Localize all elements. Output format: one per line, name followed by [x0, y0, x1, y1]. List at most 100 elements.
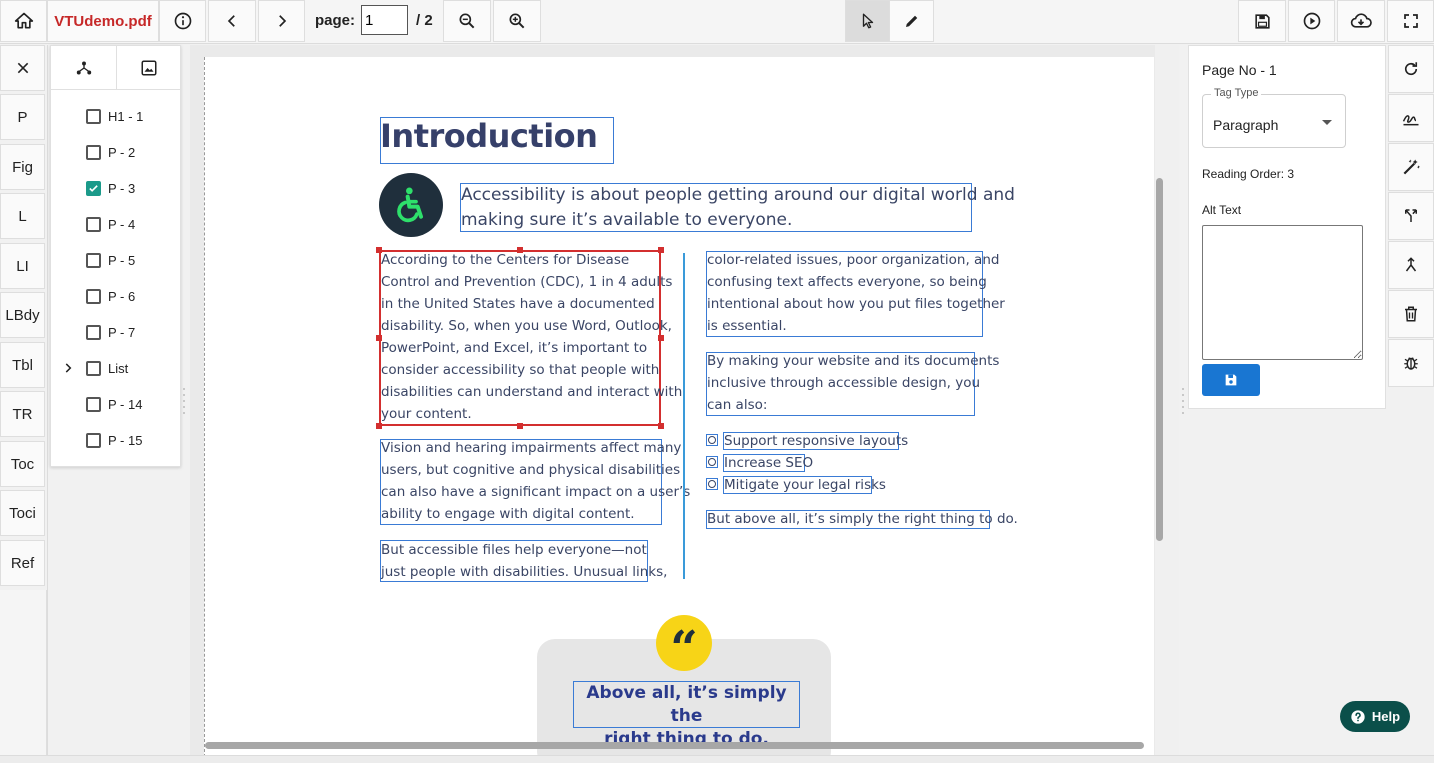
- prev-page-button[interactable]: [208, 0, 256, 42]
- intro-paragraph: Accessibility is about people getting ar…: [461, 183, 1015, 233]
- debug-button[interactable]: [1388, 339, 1434, 387]
- wheelchair-icon: [379, 173, 443, 237]
- save-properties-button[interactable]: [1202, 364, 1260, 396]
- expand-button[interactable]: [61, 361, 75, 375]
- page-number-label: Page No - 1: [1202, 62, 1277, 78]
- cloud-download-button[interactable]: [1337, 0, 1385, 42]
- page-total: / 2: [416, 12, 433, 29]
- tree-item-label: List: [108, 360, 129, 376]
- tag-button-label: Tbl: [12, 356, 33, 374]
- tree-item-p-6[interactable]: P - 6: [51, 278, 182, 314]
- panel-resize-handle[interactable]: [182, 385, 188, 415]
- tree-checkbox[interactable]: [86, 108, 101, 124]
- alt-text-input[interactable]: [1202, 225, 1363, 360]
- tag-button-fig[interactable]: Fig: [0, 144, 45, 190]
- home-button[interactable]: [0, 0, 47, 42]
- save-icon: [1225, 374, 1237, 386]
- info-button[interactable]: [159, 0, 206, 42]
- tree-item-p-4[interactable]: P - 4: [51, 206, 182, 242]
- merge-button[interactable]: [1388, 241, 1434, 289]
- quote-badge: “: [656, 615, 712, 677]
- tree-item-p-5[interactable]: P - 5: [51, 242, 182, 278]
- help-button[interactable]: Help: [1340, 701, 1410, 732]
- page-label: page:: [315, 12, 356, 29]
- fullscreen-button[interactable]: [1387, 0, 1434, 42]
- auto-tag-button[interactable]: [1388, 143, 1434, 191]
- tree-checkbox[interactable]: [86, 360, 101, 376]
- image-icon: [141, 60, 157, 75]
- page-number-input[interactable]: [361, 5, 408, 35]
- cursor-icon: [862, 13, 873, 29]
- text-line: Vision and hearing impairments affect ma…: [381, 440, 682, 456]
- tag-button-li[interactable]: LI: [0, 243, 45, 289]
- tag-button-toc[interactable]: Toc: [0, 441, 45, 487]
- text-line: inclusive through accessible design, you: [707, 375, 981, 391]
- reading-order-label: Reading Order: 3: [1202, 167, 1295, 181]
- panel-resize-handle[interactable]: [1180, 385, 1186, 415]
- tree-checkbox[interactable]: [86, 288, 101, 304]
- tree-item-label: P - 15: [108, 432, 143, 448]
- chevron-right-icon: [278, 15, 286, 27]
- tree-item-p-7[interactable]: P - 7: [51, 314, 182, 350]
- tree-checkbox-checked[interactable]: [86, 180, 101, 196]
- save-file-button[interactable]: [1238, 0, 1286, 42]
- tag-button-l[interactable]: L: [0, 193, 45, 239]
- filename-tab[interactable]: VTUdemo.pdf: [47, 0, 159, 42]
- text-line: disabilities can understand and interact…: [381, 384, 683, 400]
- text-line: disability. So, when you use Word, Outlo…: [381, 318, 672, 334]
- tag-type-value: Paragraph: [1213, 117, 1279, 133]
- text-line: can also:: [707, 397, 768, 413]
- tree-item-list[interactable]: List: [51, 350, 182, 386]
- help-icon: [1351, 709, 1365, 724]
- intro-line: making sure it’s available to everyone.: [461, 210, 793, 230]
- tree-checkbox[interactable]: [86, 144, 101, 160]
- column-divider: [683, 253, 685, 579]
- tree-item-p-14[interactable]: P - 14: [51, 386, 182, 422]
- zoom-out-button[interactable]: [443, 0, 491, 42]
- alt-text-label: Alt Text: [1202, 203, 1242, 217]
- signature-button[interactable]: [1388, 94, 1434, 142]
- tree-checkbox[interactable]: [86, 396, 101, 412]
- tree-item-h1-1[interactable]: H1 - 1: [51, 98, 182, 134]
- text-line: is essential.: [707, 318, 787, 334]
- tag-button-label: Fig: [12, 158, 33, 176]
- tag-button-label: Toc: [10, 455, 35, 473]
- tag-button-lbdy[interactable]: LBdy: [0, 292, 45, 338]
- split-button[interactable]: [1388, 192, 1434, 240]
- tag-button-tr[interactable]: TR: [0, 391, 45, 437]
- tree-item-p-2[interactable]: P - 2: [51, 134, 182, 170]
- tag-type-select[interactable]: Tag Type Paragraph: [1202, 87, 1346, 148]
- tag-button-p[interactable]: P: [0, 94, 45, 140]
- close-panel-button[interactable]: [0, 45, 45, 91]
- tab-structure[interactable]: [51, 46, 116, 90]
- tree-checkbox[interactable]: [86, 432, 101, 448]
- tag-button-tbl[interactable]: Tbl: [0, 342, 45, 388]
- refresh-button[interactable]: [1388, 45, 1434, 93]
- tag-button-toci[interactable]: Toci: [0, 490, 45, 536]
- tree-item-label: P - 7: [108, 324, 136, 340]
- close-icon: [17, 62, 28, 74]
- zoom-in-button[interactable]: [493, 0, 541, 42]
- tree-item-p-15[interactable]: P - 15: [51, 422, 182, 458]
- draw-tool-button[interactable]: [889, 0, 934, 42]
- tree-checkbox[interactable]: [86, 216, 101, 232]
- next-page-button[interactable]: [258, 0, 305, 42]
- select-tool-button[interactable]: [845, 0, 890, 42]
- delete-button[interactable]: [1388, 290, 1434, 338]
- tag-button-label: LBdy: [5, 306, 40, 324]
- tree-checkbox[interactable]: [86, 252, 101, 268]
- tag-button-ref[interactable]: Ref: [0, 540, 45, 586]
- chevron-right-icon: [65, 363, 72, 373]
- vertical-scrollbar-thumb[interactable]: [1156, 178, 1163, 541]
- tag-button-label: Ref: [10, 554, 35, 572]
- tab-images[interactable]: [116, 46, 181, 90]
- check-icon: [89, 184, 98, 192]
- tree-item-label: P - 4: [108, 216, 136, 232]
- tree-checkbox[interactable]: [86, 324, 101, 340]
- horizontal-scrollbar-thumb[interactable]: [205, 742, 1144, 749]
- tree-item-label: P - 2: [108, 144, 136, 160]
- text-line: Control and Prevention (CDC), 1 in 4 adu…: [381, 274, 673, 290]
- tree-item-p-3[interactable]: P - 3: [51, 170, 182, 206]
- tag-strip-filler: [0, 590, 47, 755]
- run-button[interactable]: [1288, 0, 1335, 42]
